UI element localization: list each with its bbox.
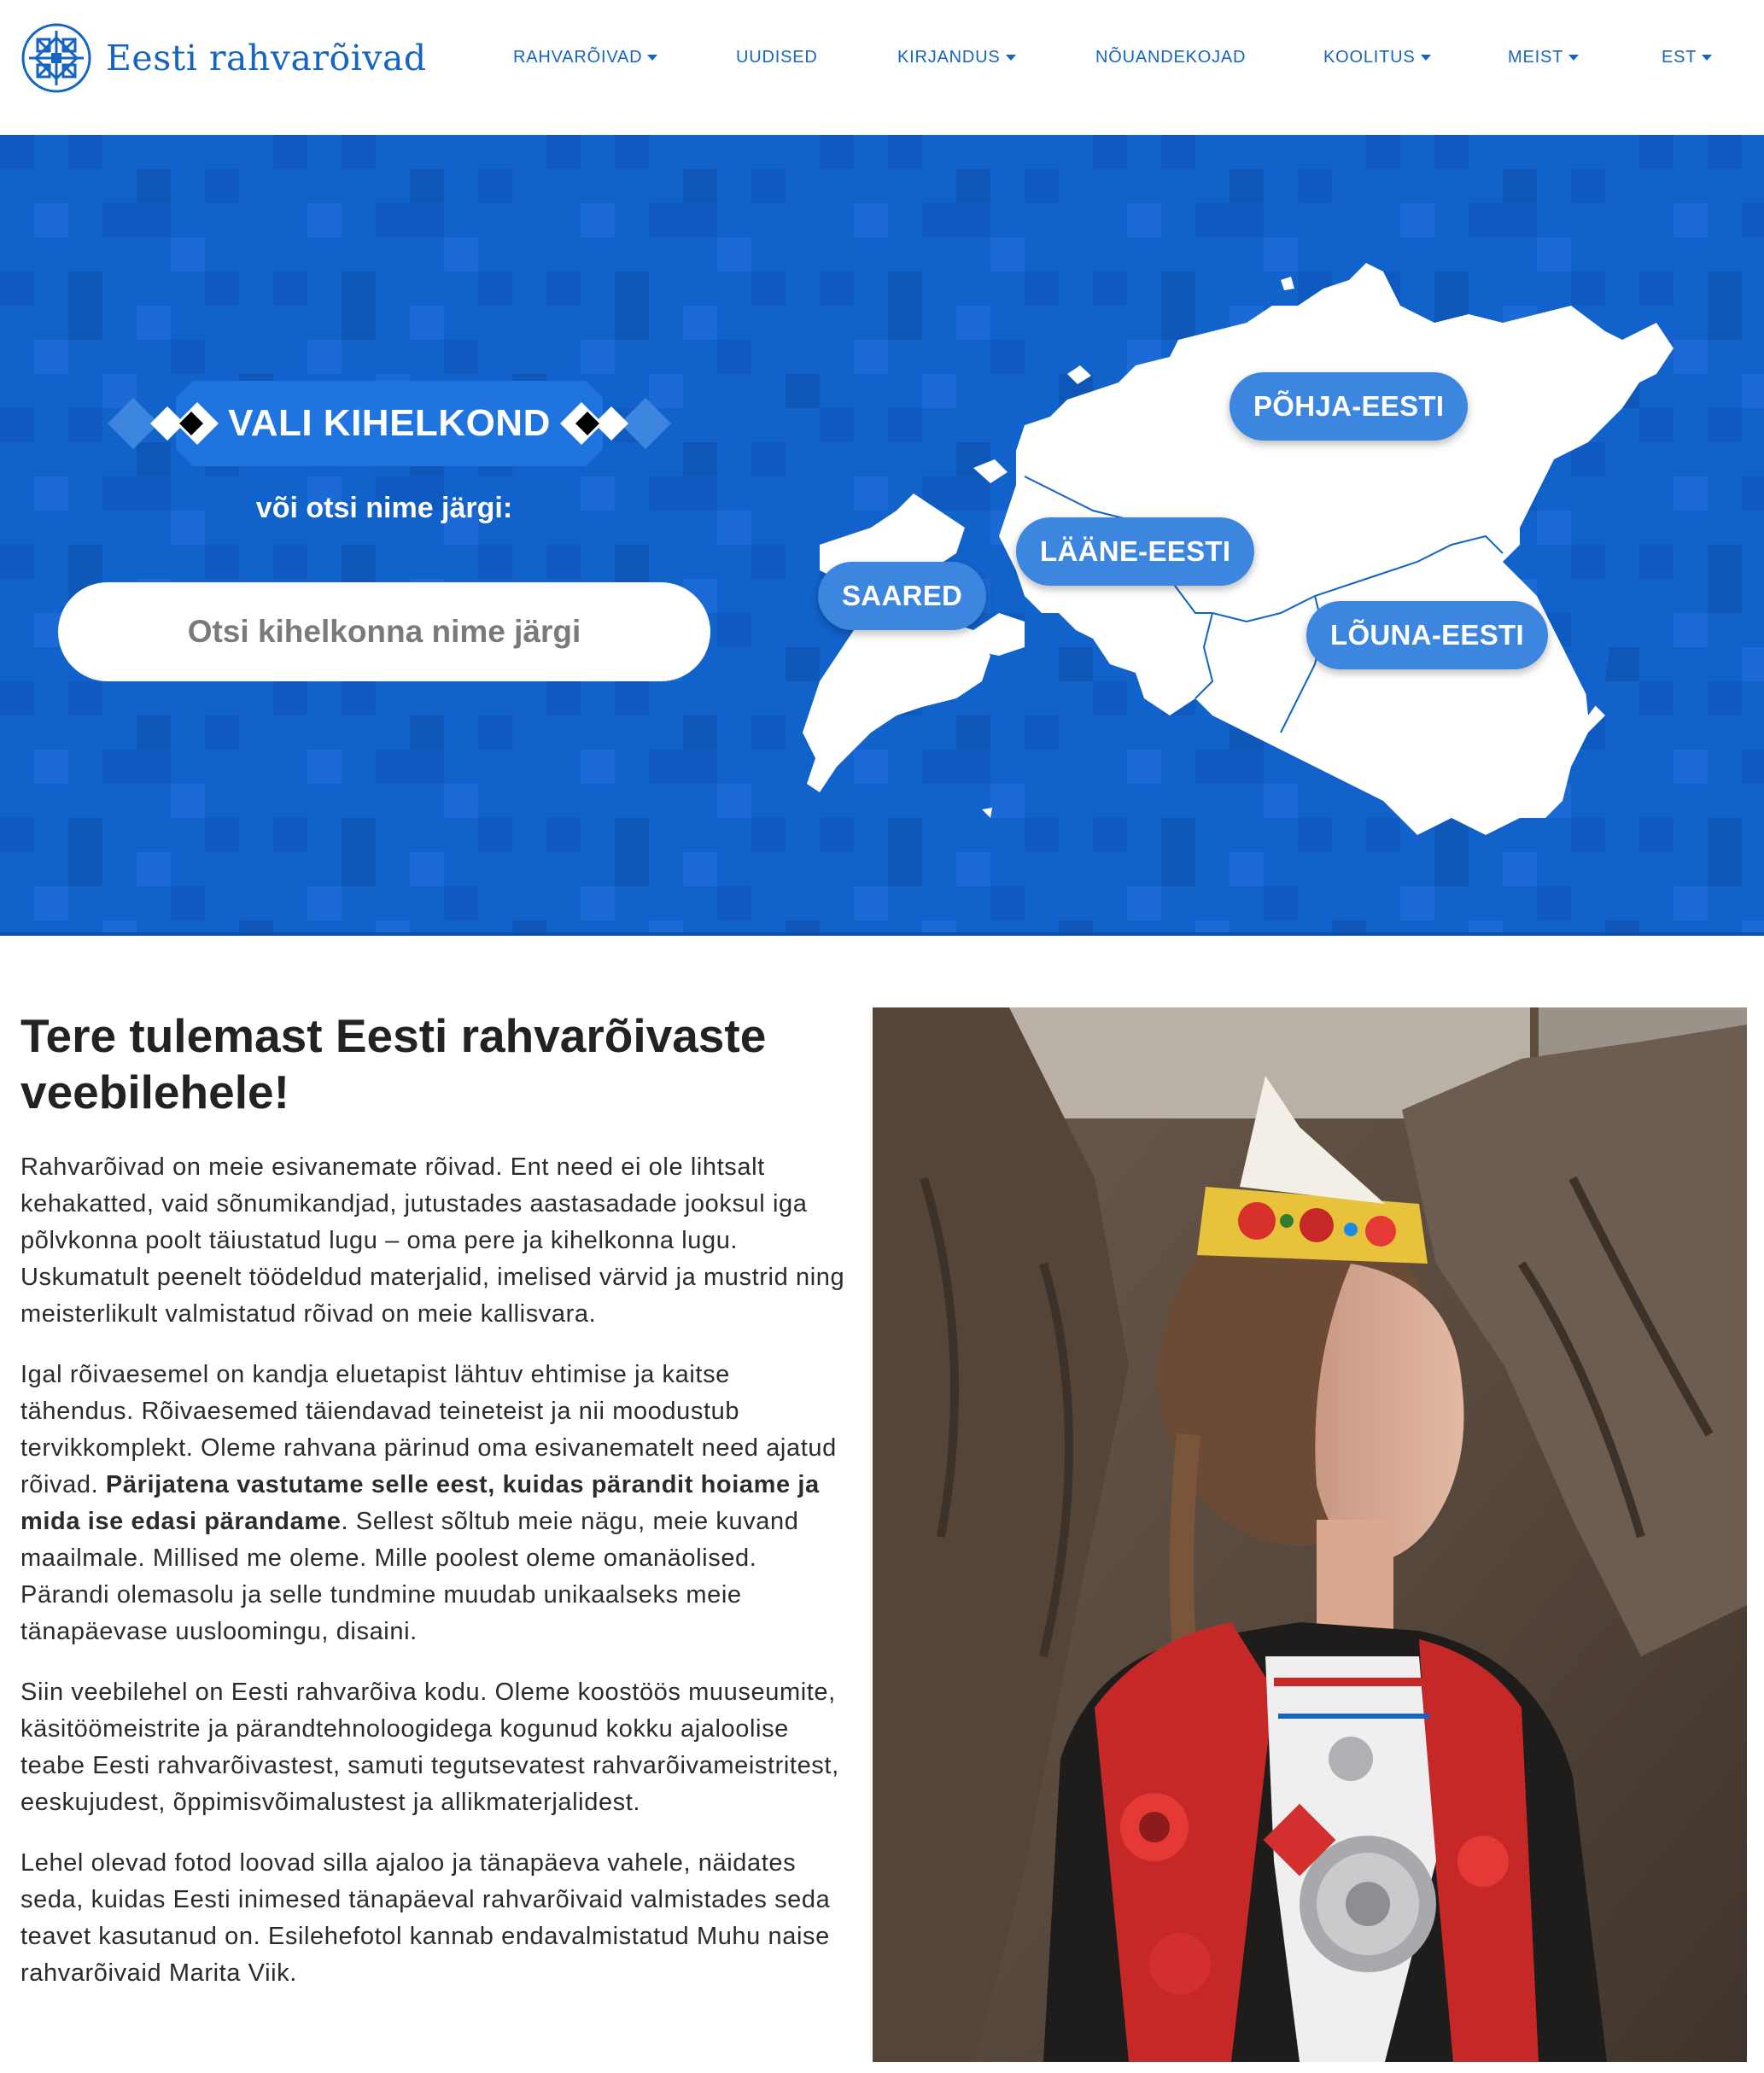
chevron-down-icon <box>1005 55 1016 61</box>
nav-nouandekojad-label: NÕUANDEKOJAD <box>1095 48 1247 67</box>
nav-nouandekojad[interactable]: NÕUANDEKOJAD <box>1095 48 1246 67</box>
nav-kirjandus[interactable]: KIRJANDUS <box>897 48 1016 67</box>
map-islet <box>973 459 1008 483</box>
vali-kihelkond-banner[interactable]: VALI KIHELKOND <box>108 364 671 483</box>
region-button-saared[interactable]: SAARED <box>818 562 987 630</box>
chevron-down-icon <box>1420 55 1431 61</box>
map-islet <box>1067 365 1091 384</box>
hero-divider <box>0 932 1764 936</box>
region-button-louna-eesti[interactable]: LÕUNA-EESTI <box>1306 601 1548 669</box>
welcome-section: Tere tulemast Eesti rahvarõivaste veebil… <box>20 1007 849 1992</box>
nav-rahvaroivad-label: RAHVARÕIVAD <box>513 48 643 67</box>
welcome-paragraph-1: Rahvarõivad on meie esivanemate rõivad. … <box>20 1153 845 1328</box>
region-label: LÄÄNE-EESTI <box>1040 535 1231 567</box>
logo-text: Eesti rahvarõivad <box>106 38 427 79</box>
nav-rahvaroivad[interactable]: RAHVARÕIVAD <box>513 48 658 67</box>
nav-meist-label: MEIST <box>1508 48 1564 67</box>
folk-costume-photo <box>873 1007 1747 2062</box>
map-saaremaa[interactable] <box>803 613 990 792</box>
or-search-text: või otsi nime järgi: <box>255 492 513 524</box>
region-button-laane-eesti[interactable]: LÄÄNE-EESTI <box>1016 517 1255 586</box>
map-muhu[interactable] <box>973 613 1025 656</box>
welcome-title: Tere tulemast Eesti rahvarõivaste veebil… <box>20 1009 767 1118</box>
nav-language-label: EST <box>1662 48 1697 67</box>
banner-label: VALI KIHELKOND <box>228 402 551 444</box>
nav-uudised-label: UUDISED <box>736 48 818 67</box>
chevron-down-icon <box>1702 55 1713 61</box>
nav-language-est[interactable]: EST <box>1662 48 1713 67</box>
chevron-down-icon <box>1568 55 1580 61</box>
region-label: LÕUNA-EESTI <box>1330 619 1524 651</box>
nav-meist[interactable]: MEIST <box>1508 48 1580 67</box>
nav-koolitus-label: KOOLITUS <box>1323 48 1416 67</box>
region-label: PÕHJA-EESTI <box>1253 390 1445 422</box>
nav-uudised[interactable]: UUDISED <box>736 48 818 67</box>
map-islet <box>1281 277 1294 290</box>
welcome-paragraph-4: Lehel olevad fotod loovad silla ajaloo j… <box>20 1849 831 1987</box>
welcome-paragraph-2: Igal rõivaesemel on kandja eluetapist lä… <box>20 1357 849 1650</box>
site-header: Eesti rahvarõivad RAHVARÕIVAD UUDISED KI… <box>0 0 1764 135</box>
chevron-down-icon <box>647 55 658 61</box>
nav-koolitus[interactable]: KOOLITUS <box>1323 48 1431 67</box>
region-label: SAARED <box>842 580 963 611</box>
parish-search-input[interactable] <box>58 582 710 681</box>
logo-emblem-icon <box>21 23 91 93</box>
nav-kirjandus-label: KIRJANDUS <box>897 48 1001 67</box>
hero-section: VALI KIHELKOND või otsi nime järgi: PÕHJ… <box>0 135 1764 932</box>
welcome-paragraph-3: Siin veebilehel on Eesti rahvarõiva kodu… <box>20 1679 839 1816</box>
region-button-pohja-eesti[interactable]: PÕHJA-EESTI <box>1230 372 1469 441</box>
logo[interactable]: Eesti rahvarõivad <box>20 22 427 94</box>
map-islet <box>982 808 992 818</box>
